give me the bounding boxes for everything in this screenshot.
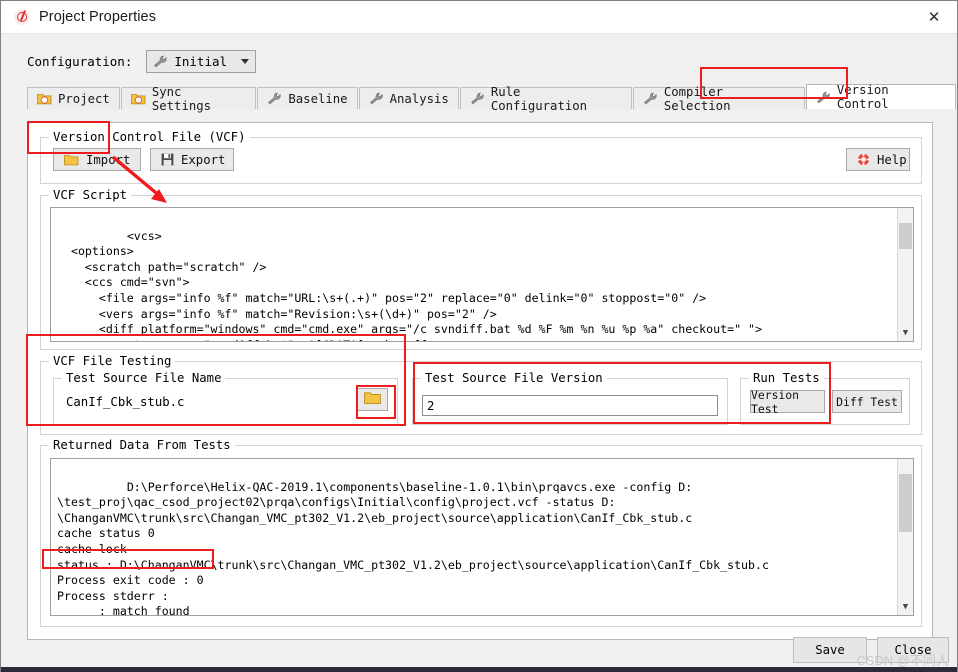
folder-icon [37,93,52,105]
lifebuoy-icon [857,153,870,166]
import-button[interactable]: Import [53,148,141,171]
vcf-file-testing-group: VCF File Testing Test Source File Name C… [40,354,922,435]
save-disk-icon [161,153,174,166]
tab-label: Project [58,91,110,106]
project-properties-window: Project Properties ✕ Configuration: Init… [0,0,958,672]
test-source-file-name-group: Test Source File Name CanIf_Cbk_stub.c [53,371,398,425]
dialog-body: Configuration: Initial Project Sync Sett… [1,34,957,672]
test-source-file-version-group: Test Source File Version 2 [412,371,728,425]
tab-rule-configuration[interactable]: Rule Configuration [459,85,632,113]
returned-data-scrollbar[interactable]: ▲ ▼ [897,459,913,615]
tab-label: Baseline [288,91,348,106]
vcf-group: Version Control File (VCF) Import Export [40,130,922,184]
scroll-down-icon[interactable]: ▼ [898,327,913,341]
wrench-icon [643,92,658,105]
browse-source-file-button[interactable] [356,388,388,411]
qac-logo-icon [14,9,30,25]
vcf-script-group-title: VCF Script [49,188,132,202]
tab-compiler-selection[interactable]: Compiler Selection [632,85,805,113]
configuration-dropdown[interactable]: Initial [146,49,257,73]
configuration-label: Configuration: [27,53,133,69]
vcf-group-title: Version Control File (VCF) [49,130,250,144]
diff-test-button[interactable]: Diff Test [832,390,902,413]
tab-label: Sync Settings [151,84,212,113]
test-source-file-version-input[interactable]: 2 [422,395,718,416]
vcf-file-testing-title: VCF File Testing [49,354,176,368]
tab-project[interactable]: Project [27,87,120,109]
save-button[interactable]: Save [793,637,867,663]
window-title: Project Properties [39,9,157,25]
test-source-file-version-label: Test Source File Version [421,371,607,385]
tab-label: Analysis [389,91,449,106]
close-button[interactable]: Close [877,637,949,663]
scroll-down-icon[interactable]: ▼ [898,601,913,615]
returned-data-title: Returned Data From Tests [49,438,235,452]
taskbar-strip [1,667,957,672]
configuration-row: Configuration: Initial [1,34,957,76]
run-tests-group: Run Tests Version Test Diff Test [740,371,910,425]
version-value: 2 [427,398,435,413]
wrench-icon [369,92,384,105]
run-tests-label: Run Tests [749,371,824,385]
wrench-icon [470,92,485,105]
returned-data-textarea[interactable]: D:\Perforce\Helix-QAC-2019.1\components\… [50,458,914,616]
tab-label: Rule Configuration [490,84,588,113]
vcf-script-group: VCF Script <vcs> <options> <scratch path… [40,188,922,350]
chevron-down-icon[interactable] [241,58,250,64]
scroll-thumb[interactable] [899,474,912,532]
wrench-icon [153,55,168,68]
configuration-value: Initial [174,53,228,69]
export-button[interactable]: Export [150,148,234,171]
folder-icon [130,93,146,105]
folder-icon [64,154,79,166]
help-button[interactable]: Help [846,148,910,171]
returned-data-content: D:\Perforce\Helix-QAC-2019.1\components\… [57,479,769,616]
tab-analysis[interactable]: Analysis [358,87,459,109]
tab-label: Compiler Selection [663,84,731,113]
wrench-icon [267,92,282,105]
returned-data-group: Returned Data From Tests D:\Perforce\Hel… [40,438,922,627]
version-control-panel: Version Control File (VCF) Import Export [27,122,933,640]
title-bar: Project Properties ✕ [1,1,957,34]
tab-label: Version Control [836,83,889,111]
vcf-script-textarea[interactable]: <vcs> <options> <scratch path="scratch" … [50,207,914,342]
wrench-icon [816,91,831,104]
close-label: Close [894,643,932,657]
scroll-thumb[interactable] [899,223,912,249]
help-label: Help [877,152,907,167]
import-label: Import [86,152,131,167]
test-source-file-name-value: CanIf_Cbk_stub.c [66,395,185,409]
diff-test-label: Diff Test [836,394,898,409]
tab-bar: Project Sync Settings Baseline Analysis [27,83,957,113]
version-test-button[interactable]: Version Test [750,387,825,416]
vcf-script-content: <vcs> <options> <scratch path="scratch" … [70,228,762,341]
save-label: Save [815,643,845,657]
export-label: Export [181,152,226,167]
vcf-script-scrollbar[interactable]: ▲ ▼ [897,208,913,341]
test-source-file-name-label: Test Source File Name [62,371,226,385]
close-icon[interactable]: ✕ [911,1,957,33]
tab-version-control[interactable]: Version Control [805,83,956,111]
version-test-label: Version Test [751,387,800,416]
folder-icon [363,391,381,408]
tab-baseline[interactable]: Baseline [257,87,358,109]
tab-sync-settings[interactable]: Sync Settings [120,85,257,113]
